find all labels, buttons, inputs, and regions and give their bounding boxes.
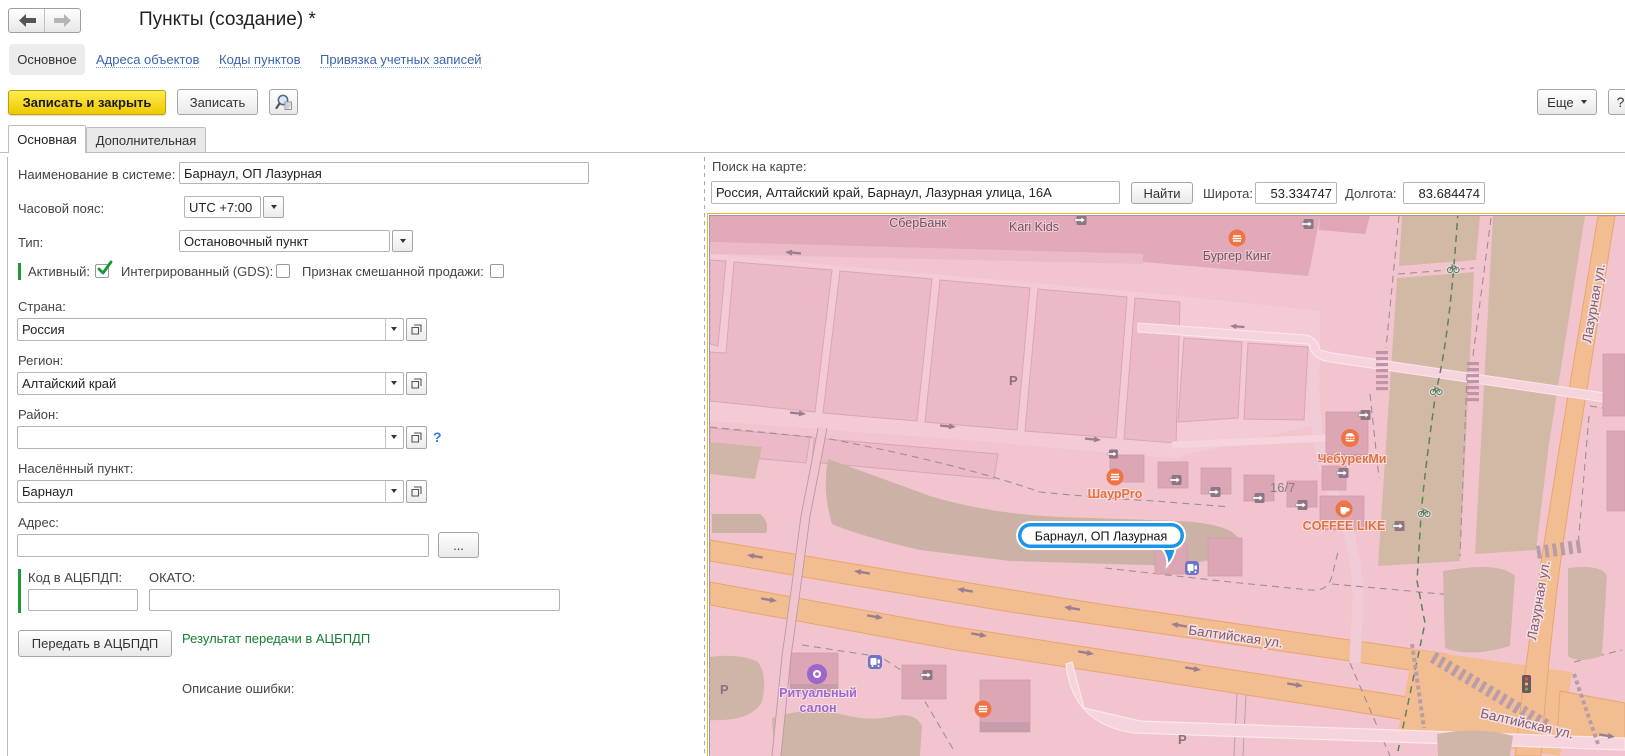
svg-text:салон: салон bbox=[799, 701, 836, 715]
svg-text:Барнаул, ОП Лазурная: Барнаул, ОП Лазурная bbox=[1035, 530, 1168, 544]
svg-text:ЧебурекМи: ЧебурекМи bbox=[1318, 452, 1387, 466]
svg-text:COFFEE LIKE: COFFEE LIKE bbox=[1303, 519, 1386, 533]
svg-text:СберБанк: СберБанк bbox=[889, 216, 947, 230]
svg-text:P: P bbox=[720, 682, 729, 697]
svg-text:Бургер Кинг: Бургер Кинг bbox=[1203, 249, 1272, 263]
svg-text:16/7: 16/7 bbox=[1270, 480, 1295, 495]
svg-text:P: P bbox=[1009, 373, 1018, 388]
svg-text:ШаурPro: ШаурPro bbox=[1088, 487, 1143, 501]
svg-text:P: P bbox=[1178, 732, 1187, 747]
svg-text:Kari Kids: Kari Kids bbox=[1009, 220, 1059, 234]
svg-text:Ритуальный: Ритуальный bbox=[779, 686, 857, 700]
